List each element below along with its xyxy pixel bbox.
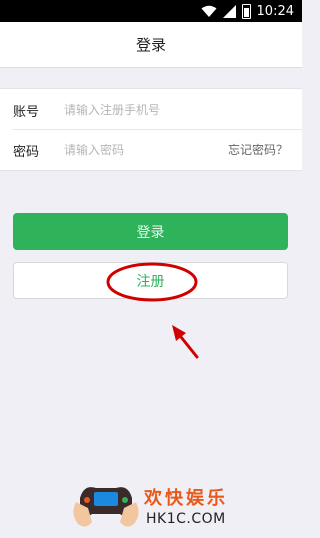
watermark-en: HK1C.COM — [146, 511, 226, 527]
annotation-overlay — [106, 262, 199, 359]
watermark: 欢快娱乐 HK1C.COM — [70, 478, 270, 536]
arrow-icon — [172, 325, 199, 359]
watermark-cn: 欢快娱乐 — [144, 488, 228, 509]
highlight-circle — [106, 262, 198, 302]
gamepad-hands-icon — [73, 487, 139, 527]
